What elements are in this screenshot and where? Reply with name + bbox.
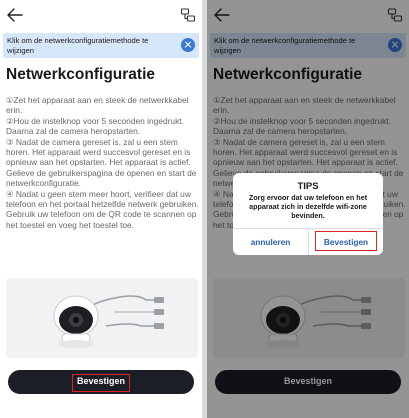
network-method-banner[interactable]: Klik om de netwerkconfiguratiemethode te… [3,33,199,58]
camera-image [53,295,164,348]
network-switch-icon[interactable] [180,7,196,23]
config-screen-left: Klik om de netwerkconfiguratiemethode te… [0,0,202,418]
camera-illustration [6,278,198,358]
highlight-annotation [315,231,377,251]
dialog-cancel-button[interactable]: annuleren [233,229,308,255]
config-screen-right: Klik om de netwerkconfiguratiemethode te… [207,0,409,418]
highlight-annotation [72,374,130,392]
page-title: Netwerkconfiguratie [6,66,156,83]
step-1: ①Zet het apparaat aan en steek de netwer… [6,95,189,116]
dialog-title: TIPS [297,181,319,192]
step-4: ④ Nadat u geen stem meer hoort, verifiee… [6,188,199,230]
banner-text: Klik om de netwerkconfiguratiemethode te… [7,36,149,55]
step-3: ③ Nadat de camera gereset is, zal u een … [6,136,197,189]
dialog-cancel-label: annuleren [250,237,291,247]
tips-dialog: TIPS Zorg ervoor dat uw telefoon en het … [233,173,383,255]
step-2: ②Hou de instelknop voor 5 seconden inged… [6,115,184,137]
instructions: ①Zet het apparaat aan en steek de netwer… [6,95,200,230]
dialog-message: Zorg ervoor dat uw telefoon en het appar… [248,193,368,220]
top-bar [0,0,202,32]
back-arrow-icon[interactable] [6,7,24,23]
close-icon[interactable] [181,38,195,52]
